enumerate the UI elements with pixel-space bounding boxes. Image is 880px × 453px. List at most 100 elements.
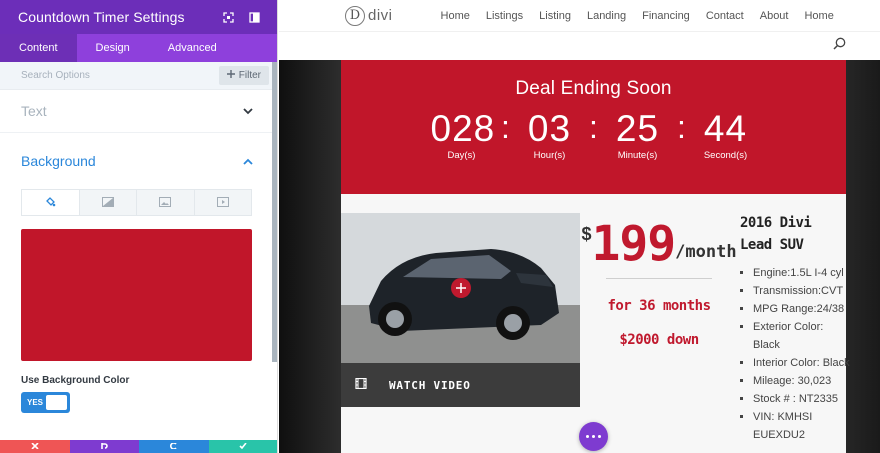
site-logo[interactable]: D divi — [345, 5, 393, 26]
site-header: D divi Home Listings Listing Landing Fin… — [279, 0, 880, 32]
watch-video-bar[interactable]: WATCH VIDEO — [341, 363, 580, 407]
logo-text: divi — [368, 7, 393, 24]
nav-item-contact[interactable]: Contact — [706, 10, 744, 22]
spec-item: Engine:1.5L I-4 cyl — [753, 264, 850, 282]
spec-item: VIN: KMHSI EUEXDU2 — [753, 408, 850, 444]
dots-icon — [592, 435, 595, 438]
section-text-title: Text — [21, 103, 47, 119]
builder-menu-button[interactable] — [579, 422, 608, 451]
countdown-seconds-value: 44 — [703, 108, 748, 149]
section-text: Text — [0, 90, 277, 133]
car-image — [341, 213, 580, 363]
vehicle-specs: 2016 Divi Lead SUV Engine:1.5L I-4 cyl T… — [740, 212, 850, 444]
redo-button[interactable] — [139, 440, 209, 453]
video-icon — [216, 194, 229, 212]
watch-video-label: WATCH VIDEO — [389, 378, 471, 392]
gradient-icon — [101, 194, 114, 212]
spec-item: MPG Range:24/38 — [753, 300, 850, 318]
section-text-toggle[interactable]: Text — [0, 90, 277, 132]
sidebar-layout-icon[interactable] — [241, 0, 267, 34]
tab-advanced[interactable]: Advanced — [149, 34, 236, 62]
listing-content: WATCH VIDEO $ 199 /month for 36 months $… — [341, 194, 850, 453]
undo-button[interactable] — [69, 440, 139, 453]
bg-tab-image[interactable] — [136, 190, 194, 215]
countdown-days: 028 Day(s) — [430, 108, 496, 162]
search-row: Filter — [0, 62, 277, 90]
countdown-seconds-label: Second(s) — [703, 150, 748, 161]
spec-item: Mileage: 30,023 — [753, 372, 850, 390]
bg-tab-color[interactable] — [22, 190, 79, 215]
check-icon — [239, 440, 247, 453]
background-type-tabs — [21, 189, 252, 216]
price-divider — [606, 278, 712, 279]
countdown-days-value: 028 — [430, 108, 496, 149]
nav-item-financing[interactable]: Financing — [642, 10, 690, 22]
section-background-toggle[interactable]: Background — [0, 133, 277, 189]
price-currency: $ — [581, 224, 592, 244]
tab-content[interactable]: Content — [0, 34, 77, 62]
countdown-separator: : — [677, 109, 686, 145]
use-bg-color-toggle[interactable]: YES — [21, 392, 70, 413]
countdown-hours-label: Hour(s) — [533, 150, 566, 161]
expand-icon[interactable] — [215, 0, 241, 34]
bg-tab-video[interactable] — [193, 190, 251, 215]
vehicle-title: 2016 Divi Lead SUV — [740, 215, 812, 253]
panel-action-bar — [0, 440, 277, 453]
toggle-state-text: YES — [27, 398, 44, 407]
discard-button[interactable] — [0, 440, 70, 453]
nav-item-landing[interactable]: Landing — [587, 10, 626, 22]
offer-term: for 36 months — [607, 298, 711, 314]
tab-design[interactable]: Design — [77, 34, 149, 62]
nav-item-listing[interactable]: Listing — [539, 10, 571, 22]
main-nav: Home Listings Listing Landing Financing … — [441, 10, 850, 22]
filter-label: Filter — [238, 70, 261, 81]
panel-scrollbar[interactable] — [272, 62, 277, 362]
spec-item: Stock # : NT2335 — [753, 390, 850, 408]
use-bg-color-label: Use Background Color — [21, 375, 130, 386]
search-icon[interactable] — [833, 37, 846, 55]
spec-item: Exterior Color: Black — [753, 318, 850, 354]
nav-item-home[interactable]: Home — [441, 10, 470, 22]
offer-downpayment: $2000 down — [619, 332, 699, 348]
toggle-knob — [46, 395, 67, 410]
site-search-row — [279, 32, 880, 60]
image-icon — [159, 194, 172, 212]
save-button[interactable] — [208, 440, 277, 453]
section-background: Background Use Background Color YES — [0, 133, 277, 413]
countdown-hours-value: 03 — [527, 108, 572, 149]
close-icon — [31, 440, 39, 453]
film-icon — [355, 376, 367, 394]
undo-icon — [100, 440, 109, 453]
spec-item: Interior Color: Black — [753, 354, 850, 372]
countdown-separator: : — [501, 109, 510, 145]
dots-icon — [586, 435, 589, 438]
logo-mark: D — [345, 5, 365, 26]
countdown-row: 028 Day(s) : 03 Hour(s) : 25 Minute(s) :… — [341, 108, 846, 162]
countdown-minutes-label: Minute(s) — [617, 150, 658, 161]
nav-item-home-2[interactable]: Home — [804, 10, 833, 22]
background-color-swatch[interactable] — [21, 229, 252, 361]
settings-panel: Countdown Timer Settings Content Design … — [0, 0, 278, 453]
countdown-timer: Deal Ending Soon 028 Day(s) : 03 Hour(s)… — [341, 60, 846, 194]
countdown-minutes: 25 Minute(s) — [607, 108, 669, 162]
nav-item-about[interactable]: About — [760, 10, 789, 22]
nav-item-listings[interactable]: Listings — [486, 10, 523, 22]
site-preview: D divi Home Listings Listing Landing Fin… — [279, 0, 880, 453]
panel-header: Countdown Timer Settings — [0, 0, 277, 34]
countdown-separator: : — [589, 109, 598, 145]
search-options-input[interactable] — [21, 70, 219, 81]
panel-title: Countdown Timer Settings — [18, 9, 185, 25]
spec-list: Engine:1.5L I-4 cyl Transmission:CVT MPG… — [740, 264, 850, 444]
countdown-hours: 03 Hour(s) — [519, 108, 581, 162]
countdown-minutes-value: 25 — [615, 108, 660, 149]
price-unit: /month — [675, 242, 737, 262]
dots-icon — [598, 435, 601, 438]
price: $ 199 /month — [581, 216, 736, 272]
redo-icon — [169, 440, 178, 453]
price-value: 199 — [591, 216, 676, 272]
countdown-title: Deal Ending Soon — [515, 78, 672, 99]
bg-tab-gradient[interactable] — [78, 190, 136, 215]
chevron-down-icon — [243, 102, 253, 120]
filter-button[interactable]: Filter — [218, 66, 269, 85]
video-thumbnail[interactable]: WATCH VIDEO — [341, 213, 580, 407]
